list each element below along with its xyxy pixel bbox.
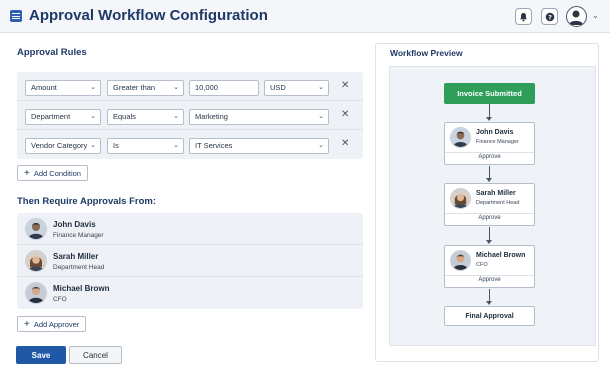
remove-rule-button[interactable]: ✕ <box>341 138 349 149</box>
value-select[interactable]: IT Services ⌄ <box>189 138 329 154</box>
field-select[interactable]: Amount ⌄ <box>25 80 101 96</box>
value-input[interactable]: 10,000 <box>189 80 259 96</box>
chevron-down-icon: ⌄ <box>90 142 96 149</box>
approver-role: Department Head <box>53 264 105 271</box>
avatar <box>25 250 47 272</box>
chevron-down-icon: ⌄ <box>90 113 96 120</box>
step-role: CFO <box>476 262 488 268</box>
approver-row: Sarah Miller Department Head <box>17 245 363 277</box>
divider <box>445 152 534 153</box>
approver-row: John Davis Finance Manager <box>17 213 363 245</box>
step-role: Department Head <box>476 200 520 206</box>
chevron-down-icon: ⌄ <box>173 113 179 120</box>
value-select-value: IT Services <box>195 141 233 150</box>
notifications-button[interactable] <box>515 8 532 25</box>
app-header: Approval Workflow Configuration ? ⌄ <box>0 0 610 33</box>
step-role: Finance Manager <box>476 139 519 145</box>
plus-icon: + <box>24 167 30 179</box>
svg-text:?: ? <box>548 13 552 21</box>
approvers-container: John Davis Finance Manager Sarah Miller … <box>17 213 363 309</box>
approval-step-node: Sarah Miller Department Head Approve <box>444 183 535 226</box>
help-icon: ? <box>545 12 554 21</box>
chevron-down-icon: ⌄ <box>90 84 96 91</box>
approval-step-node: John Davis Finance Manager Approve <box>444 122 535 165</box>
field-select-value: Vendor Category <box>31 141 88 150</box>
rule-row: Vendor Category ⌄ Is ⌄ IT Services ⌄ ✕ <box>17 130 363 159</box>
chevron-down-icon: ⌄ <box>318 113 324 120</box>
approver-role: Finance Manager <box>53 232 104 239</box>
field-select[interactable]: Vendor Category ⌄ <box>25 138 101 154</box>
start-node: Invoice Submitted <box>444 83 535 104</box>
add-condition-button[interactable]: + Add Condition <box>17 165 88 181</box>
cancel-button[interactable]: Cancel <box>69 346 122 364</box>
flow-arrow <box>489 104 490 118</box>
save-button[interactable]: Save <box>16 346 66 364</box>
currency-select[interactable]: USD ⌄ <box>264 80 329 96</box>
add-approver-label: Add Approver <box>33 319 80 329</box>
avatar <box>25 282 47 304</box>
operator-select[interactable]: Greater than ⌄ <box>107 80 184 96</box>
hamburger-menu-icon[interactable] <box>10 10 22 22</box>
page-title: Approval Workflow Configuration <box>29 7 268 24</box>
plus-icon: + <box>24 318 30 330</box>
arrow-head-icon <box>486 117 492 121</box>
approval-rules-title: Approval Rules <box>17 47 87 58</box>
step-name: Michael Brown <box>476 252 526 259</box>
approver-name: Sarah Miller <box>53 252 99 261</box>
approver-name: John Davis <box>53 220 96 229</box>
bell-icon <box>520 12 527 21</box>
chevron-down-icon: ⌄ <box>173 84 179 91</box>
operator-select[interactable]: Equals ⌄ <box>107 109 184 125</box>
approver-role: CFO <box>53 296 67 303</box>
rule-row: Department ⌄ Equals ⌄ Marketing ⌄ ✕ <box>17 101 363 130</box>
operator-select-value: Is <box>113 141 119 150</box>
rules-container: Amount ⌄ Greater than ⌄ 10,000 USD ⌄ ✕ D… <box>17 72 363 159</box>
add-condition-label: Add Condition <box>33 168 81 178</box>
avatar <box>25 218 47 240</box>
approver-name: Michael Brown <box>53 284 110 293</box>
chevron-down-icon: ⌄ <box>173 142 179 149</box>
help-button[interactable]: ? <box>541 8 558 25</box>
step-action: Approve <box>478 215 501 221</box>
avatar <box>450 127 471 148</box>
value-select-value: Marketing <box>195 112 228 121</box>
operator-select-value: Equals <box>113 112 136 121</box>
arrow-head-icon <box>486 240 492 244</box>
field-select-value: Department <box>31 112 71 121</box>
profile-chevron-icon[interactable]: ⌄ <box>592 11 599 20</box>
approval-step-node: Michael Brown CFO Approve <box>444 245 535 288</box>
step-name: John Davis <box>476 129 514 136</box>
operator-select-value: Greater than <box>113 83 156 92</box>
step-action: Approve <box>478 277 501 283</box>
approvers-title: Then Require Approvals From: <box>17 196 156 207</box>
value-select[interactable]: Marketing ⌄ <box>189 109 329 125</box>
field-select[interactable]: Department ⌄ <box>25 109 101 125</box>
final-approval-node: Final Approval <box>444 306 535 326</box>
workflow-preview-title: Workflow Preview <box>390 48 463 58</box>
avatar <box>450 250 471 271</box>
operator-select[interactable]: Is ⌄ <box>107 138 184 154</box>
field-select-value: Amount <box>31 83 57 92</box>
remove-rule-button[interactable]: ✕ <box>341 109 349 120</box>
step-action: Approve <box>478 154 501 160</box>
user-avatar-icon[interactable] <box>566 6 587 27</box>
arrow-head-icon <box>486 301 492 305</box>
step-name: Sarah Miller <box>476 190 516 197</box>
chevron-down-icon: ⌄ <box>318 142 324 149</box>
avatar <box>450 188 471 209</box>
rule-row: Amount ⌄ Greater than ⌄ 10,000 USD ⌄ ✕ <box>17 72 363 101</box>
approver-row: Michael Brown CFO <box>17 277 363 309</box>
divider <box>445 213 534 214</box>
arrow-head-icon <box>486 178 492 182</box>
flow-arrow <box>489 227 490 241</box>
currency-select-value: USD <box>270 83 286 92</box>
chevron-down-icon: ⌄ <box>318 84 324 91</box>
divider <box>445 275 534 276</box>
add-approver-button[interactable]: + Add Approver <box>17 316 87 332</box>
remove-rule-button[interactable]: ✕ <box>341 80 349 91</box>
